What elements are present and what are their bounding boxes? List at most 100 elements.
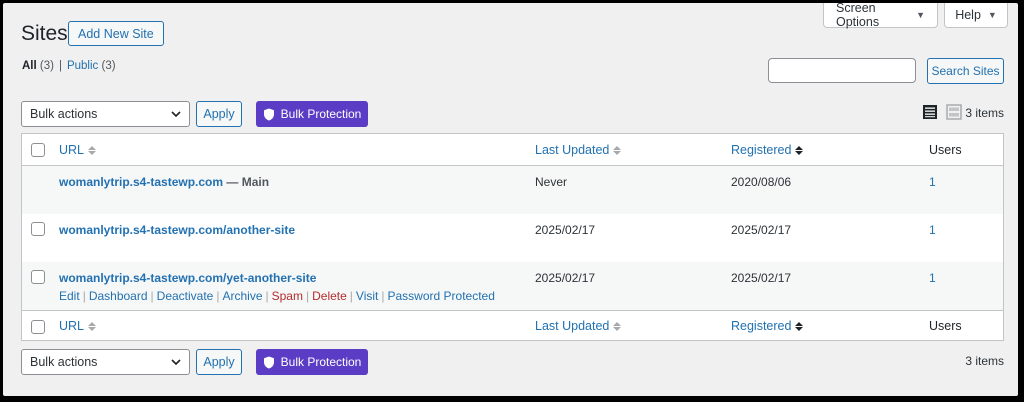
- sort-arrows-icon: [88, 321, 97, 331]
- sort-arrows-icon: [613, 321, 622, 331]
- tablenav-bottom: Bulk actions Apply Bulk Protection 3 ite…: [21, 349, 1004, 375]
- caret-down-icon: ▼: [916, 10, 925, 20]
- table-footer-row: URL Last Updated Registered Users: [22, 310, 1003, 340]
- site-url-text: womanlytrip.s4-tastewp.com: [59, 175, 224, 189]
- search-sites-input[interactable]: [768, 58, 916, 83]
- registered-cell: 2025/02/17: [731, 271, 792, 285]
- column-last-updated[interactable]: Last Updated: [535, 143, 622, 157]
- sort-arrows-icon: [613, 145, 622, 155]
- filter-all-label: All: [22, 60, 37, 72]
- column-url[interactable]: URL: [59, 319, 97, 333]
- sort-arrows-icon: [795, 145, 804, 155]
- deactivate-link[interactable]: Deactivate: [157, 289, 214, 303]
- bulk-actions-value: Bulk actions: [30, 107, 98, 121]
- site-url-link[interactable]: womanlytrip.s4-tastewp.com/yet-another-s…: [59, 271, 316, 285]
- add-new-site-button[interactable]: Add New Site: [68, 21, 164, 46]
- bulk-protection-button[interactable]: Bulk Protection: [256, 101, 368, 127]
- users-count-link[interactable]: 1: [929, 175, 936, 189]
- status-filters: All (3) | Public (3): [22, 60, 116, 72]
- separator: |: [216, 289, 220, 303]
- caret-down-icon: ▼: [987, 10, 997, 20]
- column-last-updated-label: Last Updated: [535, 143, 610, 157]
- column-registered-label: Registered: [731, 319, 792, 333]
- main-site-suffix: — Main: [223, 175, 270, 189]
- bulk-protection-label: Bulk Protection: [280, 355, 362, 369]
- bulk-actions-select[interactable]: Bulk actions: [21, 101, 190, 127]
- separator: |: [349, 289, 353, 303]
- last-updated-cell: Never: [535, 175, 568, 189]
- column-url-label: URL: [59, 319, 85, 333]
- help-button[interactable]: Help ▼: [944, 3, 1008, 28]
- spam-link[interactable]: Spam: [272, 289, 303, 303]
- column-registered[interactable]: Registered: [731, 143, 804, 157]
- dashboard-link[interactable]: Dashboard: [89, 289, 148, 303]
- table-row: womanlytrip.s4-tastewp.com/another-site …: [22, 214, 1003, 262]
- delete-link[interactable]: Delete: [312, 289, 347, 303]
- column-users: Users: [929, 319, 962, 333]
- excerpt-view-icon[interactable]: [946, 104, 962, 120]
- select-all-checkbox[interactable]: [31, 143, 45, 157]
- screen-options-label: Screen Options: [836, 3, 880, 29]
- help-label: Help: [955, 8, 981, 22]
- list-view-icon[interactable]: [922, 104, 938, 120]
- apply-button[interactable]: Apply: [196, 101, 242, 127]
- visit-link[interactable]: Visit: [356, 289, 378, 303]
- table-row: womanlytrip.s4-tastewp.com — Main Never …: [22, 166, 1003, 214]
- column-registered[interactable]: Registered: [731, 319, 804, 333]
- column-registered-label: Registered: [731, 143, 792, 157]
- shield-icon: [263, 356, 274, 368]
- separator: |: [305, 289, 310, 303]
- registered-cell: 2020/08/06: [731, 175, 792, 189]
- column-last-updated[interactable]: Last Updated: [535, 319, 622, 333]
- bulk-actions-value: Bulk actions: [30, 355, 98, 369]
- row-checkbox[interactable]: [31, 222, 45, 236]
- tablenav-top: Bulk actions Apply Bulk Protection 3 ite…: [21, 101, 1004, 127]
- column-users: Users: [929, 143, 962, 157]
- page-title: Sites: [21, 22, 68, 45]
- apply-button[interactable]: Apply: [196, 349, 242, 375]
- separator: |: [82, 289, 86, 303]
- screen-options-button[interactable]: Screen Options ▼: [823, 3, 938, 29]
- archive-link[interactable]: Archive: [222, 289, 262, 303]
- last-updated-cell: 2025/02/17: [535, 271, 596, 285]
- app-frame: Screen Options ▼ Help ▼ Sites Add New Si…: [3, 3, 1018, 396]
- filter-separator: |: [58, 60, 62, 72]
- separator: |: [381, 289, 385, 303]
- site-url-link[interactable]: womanlytrip.s4-tastewp.com — Main: [59, 175, 269, 189]
- select-all-checkbox[interactable]: [31, 320, 45, 334]
- sort-arrows-icon: [88, 145, 97, 155]
- items-count: 3 items: [965, 106, 1004, 120]
- table-header-row: URL Last Updated Registered Users: [22, 134, 1003, 166]
- filter-public-count: (3): [101, 60, 116, 72]
- column-last-updated-label: Last Updated: [535, 319, 610, 333]
- filter-public[interactable]: Public (3): [67, 60, 116, 72]
- screen-meta-links: Screen Options ▼ Help ▼: [823, 3, 1008, 29]
- row-actions: Edit | Dashboard | Deactivate | Archive | Sp…: [59, 289, 495, 303]
- filter-all[interactable]: All (3): [22, 60, 54, 72]
- registered-cell: 2025/02/17: [731, 223, 792, 237]
- column-url-label: URL: [59, 143, 85, 157]
- sites-table: URL Last Updated Registered Users womanl…: [21, 133, 1004, 341]
- separator: |: [150, 289, 154, 303]
- search-sites-button[interactable]: Search Sites: [927, 58, 1004, 84]
- password-protected-link[interactable]: Password Protected: [388, 289, 495, 303]
- bulk-protection-button[interactable]: Bulk Protection: [256, 349, 368, 375]
- shield-icon: [263, 108, 274, 120]
- site-url-link[interactable]: womanlytrip.s4-tastewp.com/another-site: [59, 223, 295, 237]
- table-row: womanlytrip.s4-tastewp.com/yet-another-s…: [22, 262, 1003, 310]
- users-count-link[interactable]: 1: [929, 271, 936, 285]
- bulk-actions-select[interactable]: Bulk actions: [21, 349, 190, 375]
- row-checkbox[interactable]: [31, 270, 45, 284]
- separator: |: [265, 289, 269, 303]
- chevron-down-icon: [171, 359, 181, 366]
- filter-public-label: Public: [66, 60, 99, 72]
- column-url[interactable]: URL: [59, 143, 97, 157]
- view-switch: [922, 104, 962, 120]
- bulk-protection-label: Bulk Protection: [280, 107, 362, 121]
- edit-link[interactable]: Edit: [59, 289, 80, 303]
- last-updated-cell: 2025/02/17: [535, 223, 596, 237]
- items-count: 3 items: [965, 354, 1004, 368]
- sort-arrows-icon: [795, 321, 804, 331]
- filter-all-count: (3): [39, 60, 54, 72]
- users-count-link[interactable]: 1: [929, 223, 936, 237]
